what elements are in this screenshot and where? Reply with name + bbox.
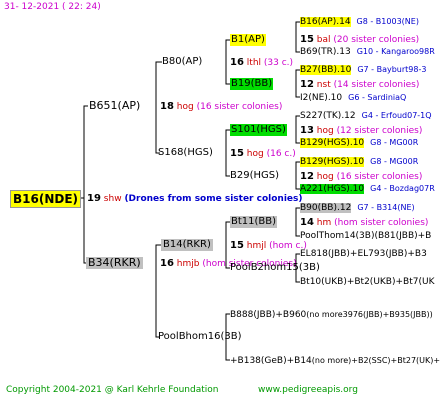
qmm-drones-note: (20 sister colonies) (333, 35, 420, 45)
qmd-drones-note: (14 sister colonies) (333, 80, 420, 90)
gen4-label: EL818(JBB)+EL793(JBB)+B3 (300, 249, 427, 259)
qmm-drones: 15 bal (20 sister colonies) (300, 34, 419, 46)
dmm-drones-code: hm (316, 218, 332, 228)
header-date: 31- 12-2021 ( 22: 24) (4, 2, 101, 12)
gen4-label: Bt10(UKB)+Bt2(UKB)+Bt7(UK (300, 277, 435, 287)
gen4-row: B90(BB).12 G7 - B314(NE) (300, 202, 415, 214)
gen4-label: B90(BB).12 (300, 203, 352, 213)
qm-drones-note: (33 c.) (263, 58, 294, 68)
gen4-row: Bt10(UKB)+Bt2(UKB)+Bt7(UK (300, 276, 440, 288)
gen4-label: B69(TR).13 (300, 47, 351, 57)
qmd-drones-code: nst (316, 80, 331, 90)
dm2-drones: 15 hmjl (hom c.) (230, 240, 307, 252)
ddd-label: +B138(GeB)+B14 (230, 356, 312, 366)
gen4-label: B129(HGS).10 (300, 138, 365, 148)
dm2-drones-num: 15 (230, 240, 244, 251)
ddm-label: B888(JBB)+B960 (230, 310, 307, 320)
drone-mother-label: B34(RKR) (86, 256, 143, 269)
dm-drones-code: hmjb (176, 259, 200, 269)
ddd-extra: (no more)+B2(SSC)+Bt27(UK)+ (311, 356, 440, 365)
dmm-drones: 14 hm (hom sister colonies) (300, 217, 428, 229)
queen-drones-note: (16 sister colonies) (196, 102, 283, 112)
gen4-row: PoolThom14(3B)(B81(JBB)+B (300, 230, 437, 242)
queen-label: B651(AP) (89, 99, 141, 112)
qd-drones: 15 hog (16 c.) (230, 148, 296, 160)
qd-drones-num: 15 (230, 148, 244, 159)
dm-label: B14(RKR) (161, 239, 213, 251)
gen4-row: A221(HGS).10 G4 - Bozdag07R (300, 183, 435, 195)
gen4-row: I2(NE).10 G6 - SardiniaQ (300, 92, 406, 104)
gen4-code: G10 - Kangaroo98R (356, 47, 435, 56)
gen4-row: B129(HGS).10 G8 - MG00R (300, 137, 418, 149)
dmd-label: PoolB2hom15(3B) (230, 262, 320, 273)
qdd-drones-code: hog (316, 172, 334, 182)
root-drones-note: (Drones from some sister colonies) (124, 194, 303, 204)
qdm-label: S101(HGS) (230, 124, 287, 136)
gen4-label: B129(HGS).10 (300, 157, 365, 167)
qm-drones-num: 16 (230, 57, 244, 68)
gen4-code: G7 - B314(NE) (357, 203, 415, 212)
qdd-drones: 12 hog (16 sister colonies) (300, 171, 422, 183)
dm-drones-num: 16 (160, 258, 174, 269)
qmm-drones-code: bal (316, 35, 331, 45)
qdd-label: B29(HGS) (230, 170, 280, 181)
dmm-drones-note: (hom sister colonies) (334, 218, 429, 228)
qd-label: S168(HGS) (158, 147, 213, 158)
root-queen: B16(NDE) (10, 190, 82, 208)
gen4-label: B16(AP).14 (300, 17, 351, 27)
gen4-code: G8 - MG00R (370, 157, 419, 166)
qmd-drones-num: 12 (300, 79, 314, 90)
qmm-label: B1(AP) (230, 34, 266, 46)
dd-label: PoolBhom16(3B) (158, 331, 242, 342)
qm-drones: 16 lthl (33 c.) (230, 57, 293, 69)
ddm-extra: (no more3976(JBB)+B935(JBB)) (306, 310, 433, 319)
gen4-code: G4 - Erfoud07-1Q (361, 111, 432, 120)
gen4-row: B69(TR).13 G10 - Kangaroo98R (300, 46, 435, 58)
ddm-row: B888(JBB)+B960(no more3976(JBB)+B935(JBB… (230, 309, 433, 321)
qmd-drones: 12 nst (14 sister colonies) (300, 79, 419, 91)
qmm-drones-num: 15 (300, 34, 314, 45)
gen4-row: B129(HGS).10 G8 - MG00R (300, 156, 418, 168)
gen4-label: B27(BB).10 (300, 65, 352, 75)
root-drones: 19 shw (Drones from some sister colonies… (87, 193, 302, 205)
footer-url: www.pedigreeapis.org (258, 385, 358, 395)
qdm-drones-code: hog (316, 126, 334, 136)
gen4-row: B27(BB).10 G7 - Bayburt98-3 (300, 64, 426, 76)
dmm-label: Bt11(BB) (230, 216, 278, 228)
pedigree-diagram: 31- 12-2021 ( 22: 24) B16(NDE) 19 shw (D… (0, 0, 440, 400)
gen4-label: PoolThom14(3B)(B81(JBB)+B (300, 231, 432, 241)
gen4-code: G6 - SardiniaQ (348, 93, 407, 102)
gen4-code: G8 - MG00R (370, 138, 419, 147)
qd-drones-note: (16 c.) (266, 149, 296, 159)
qdd-drones-num: 12 (300, 171, 314, 182)
ddd-row: +B138(GeB)+B14(no more)+B2(SSC)+Bt27(UK)… (230, 355, 440, 367)
root-drones-num: 19 (87, 193, 101, 204)
qdm-drones-num: 13 (300, 125, 314, 136)
qmd-label: B19(BB) (230, 78, 274, 90)
queen-drones: 18 hog (16 sister colonies) (160, 101, 282, 113)
qm-label: B80(AP) (162, 56, 203, 67)
qm-drones-code: lthl (246, 58, 262, 68)
gen4-row: B16(AP).14 G8 - B1003(NE) (300, 16, 419, 28)
gen4-code: G4 - Bozdag07R (370, 184, 435, 193)
qdd-drones-note: (16 sister colonies) (336, 172, 423, 182)
gen4-label: A221(HGS).10 (300, 184, 365, 194)
dmm-drones-num: 14 (300, 217, 314, 228)
root-drones-code: shw (103, 194, 122, 204)
gen4-row: S227(TK).12 G4 - Erfoud07-1Q (300, 110, 432, 122)
gen4-code: G8 - B1003(NE) (356, 17, 419, 26)
qdm-drones: 13 hog (12 sister colonies) (300, 125, 422, 137)
gen4-code: G7 - Bayburt98-3 (357, 65, 427, 74)
gen4-label: S227(TK).12 (300, 111, 356, 121)
queen-drones-code: hog (176, 102, 194, 112)
qd-drones-code: hog (246, 149, 264, 159)
dm2-drones-code: hmjl (246, 241, 267, 251)
gen4-label: I2(NE).10 (300, 93, 343, 103)
footer-copyright: Copyright 2004-2021 @ Karl Kehrle Founda… (6, 385, 219, 395)
queen-drones-num: 18 (160, 101, 174, 112)
qdm-drones-note: (12 sister colonies) (336, 126, 423, 136)
gen4-row: EL818(JBB)+EL793(JBB)+B3 (300, 248, 433, 260)
